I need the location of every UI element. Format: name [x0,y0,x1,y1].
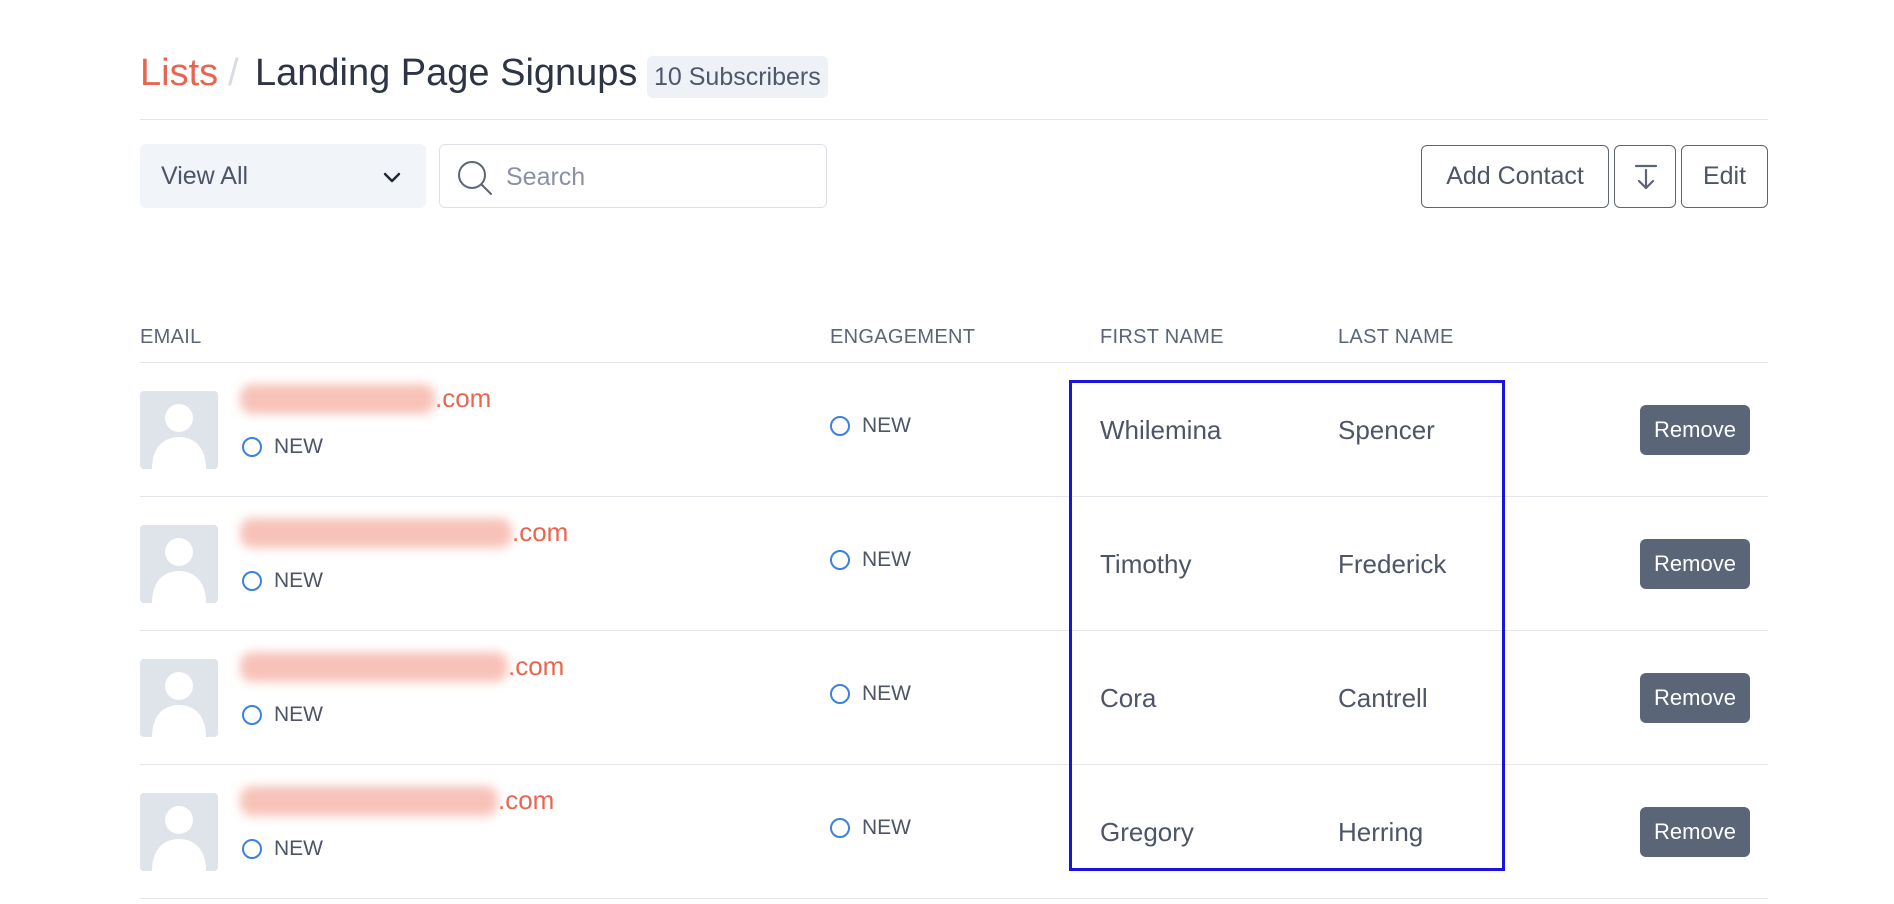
chevron-down-icon [383,172,401,183]
first-name-cell: Gregory [1100,817,1194,847]
redacted-email [240,651,508,682]
engagement-text: NEW [862,816,911,839]
email-domain: .com [435,383,492,413]
table-row: .com NEW NEW Whilemina Spencer Remove [140,363,1768,497]
page-title: Landing Page Signups [255,52,638,94]
email-domain: .com [498,785,555,815]
breadcrumb-separator: / [228,52,239,94]
status-ring-icon [242,705,262,725]
search-field[interactable] [439,144,827,208]
user-placeholder-icon [152,538,206,603]
first-name-cell: Timothy [1100,549,1192,579]
engagement-text: NEW [862,682,911,705]
redacted-email [240,517,512,548]
status-text: NEW [274,435,323,458]
engagement-text: NEW [862,548,911,571]
avatar [140,793,218,871]
add-contact-button[interactable]: Add Contact [1421,145,1609,208]
redacted-email [240,383,435,414]
status-ring-icon [242,571,262,591]
user-placeholder-icon [152,806,206,871]
view-filter-value: View All [161,162,249,190]
engagement-text: NEW [862,414,911,437]
remove-button[interactable]: Remove [1640,539,1750,589]
last-name-cell: Herring [1338,817,1424,847]
first-name-cell: Whilemina [1100,415,1222,445]
engagement-ring-icon [830,818,850,838]
download-button[interactable] [1614,145,1676,208]
search-input[interactable] [506,157,806,197]
remove-button[interactable]: Remove [1640,807,1750,857]
edit-button[interactable]: Edit [1681,145,1768,208]
table-row: .com NEW NEW Cora Cantrell Remove [140,631,1768,765]
last-name-cell: Cantrell [1338,683,1428,713]
status-text: NEW [274,703,323,726]
email-link[interactable]: .com [240,785,554,819]
page-header: Lists / Landing Page Signups 10 Subscrib… [140,48,1768,120]
engagement-ring-icon [830,550,850,570]
download-icon [1634,164,1658,190]
engagement-ring-icon [830,684,850,704]
subscriber-count-badge: 10 Subscribers [647,56,828,98]
redacted-email [240,785,498,816]
table-row: .com NEW NEW Gregory Herring Remove [140,765,1768,899]
remove-button[interactable]: Remove [1640,673,1750,723]
avatar [140,659,218,737]
avatar [140,391,218,469]
status-ring-icon [242,839,262,859]
column-header-first-name: FIRST NAME [1100,326,1224,348]
breadcrumb-lists-link[interactable]: Lists [140,52,218,95]
email-domain: .com [512,517,569,547]
column-header-engagement: ENGAGEMENT [830,326,976,348]
status-text: NEW [274,569,323,592]
user-placeholder-icon [152,672,206,737]
column-header-last-name: LAST NAME [1338,326,1454,348]
first-name-cell: Cora [1100,683,1157,713]
status-text: NEW [274,837,323,860]
email-domain: .com [508,651,565,681]
search-icon [458,161,492,195]
last-name-cell: Spencer [1338,415,1435,445]
status-ring-icon [242,437,262,457]
avatar [140,525,218,603]
engagement-ring-icon [830,416,850,436]
user-placeholder-icon [152,404,206,469]
email-link[interactable]: .com [240,383,491,417]
email-link[interactable]: .com [240,517,568,551]
view-filter-dropdown[interactable]: View All [140,144,426,208]
email-link[interactable]: .com [240,651,564,685]
remove-button[interactable]: Remove [1640,405,1750,455]
table-row: .com NEW NEW Timothy Frederick Remove [140,497,1768,631]
last-name-cell: Frederick [1338,549,1447,579]
column-header-email: EMAIL [140,326,202,348]
